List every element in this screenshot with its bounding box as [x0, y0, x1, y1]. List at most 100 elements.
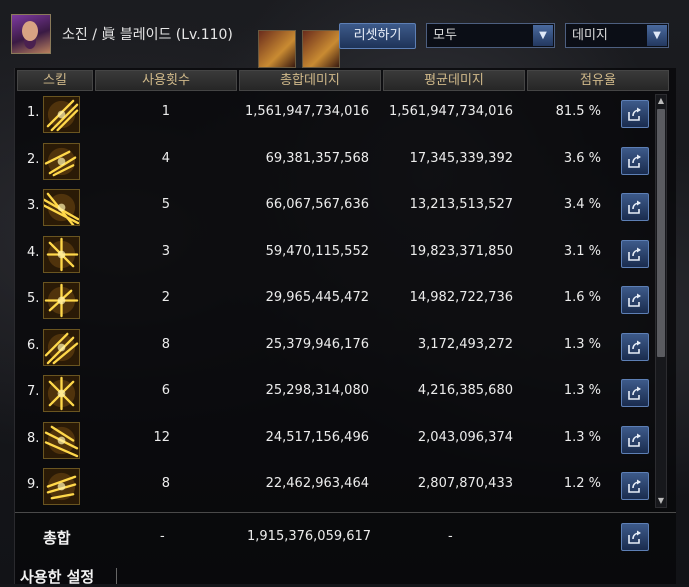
- row-rank: 1.: [27, 105, 40, 120]
- damage-share: 81.5 %: [555, 104, 601, 119]
- average-damage: 13,213,513,527: [409, 197, 513, 212]
- total-count: -: [160, 529, 165, 544]
- damage-share: 1.3 %: [563, 383, 601, 398]
- average-damage: 19,823,371,850: [409, 243, 513, 259]
- skill-icon: [43, 96, 80, 133]
- damage-share: 3.4 %: [563, 197, 601, 212]
- character-portrait: [11, 14, 51, 54]
- total-damage: 1,561,947,734,016: [244, 104, 369, 119]
- damage-stats-panel: 스킬 사용횟수 총합데미지 평균데미지 점유율 1. 1 1,561,947,734…: [14, 68, 676, 584]
- metric-dropdown-value: 데미지: [572, 28, 608, 43]
- skill-icon: [43, 375, 80, 412]
- share-icon: [628, 479, 641, 493]
- character-name: 소진 / 眞 블레이드 (Lv.110): [62, 27, 233, 43]
- chevron-down-icon: ▼: [647, 25, 667, 46]
- row-rank: 9.: [27, 477, 40, 492]
- skill-icon: [43, 189, 80, 226]
- damage-share: 1.6 %: [563, 290, 601, 305]
- total-damage: 29,965,445,472: [265, 290, 369, 305]
- row-rank: 6.: [27, 337, 40, 353]
- filter-dropdown-value: 모두: [433, 28, 457, 43]
- share-button[interactable]: [621, 193, 649, 221]
- row-rank: 7.: [27, 384, 40, 399]
- average-damage: 2,043,096,374: [417, 429, 513, 445]
- damage-share: 1.3 %: [563, 336, 601, 352]
- filter-dropdown[interactable]: 모두 ▼: [426, 23, 555, 48]
- skill-icon: [43, 282, 80, 319]
- table-row: 2. 4 69,381,357,568 17,345,339,392 3.6 %: [15, 138, 676, 184]
- scroll-thumb[interactable]: [657, 109, 665, 357]
- share-button[interactable]: [621, 332, 649, 361]
- column-header-average: 평균데미지: [383, 70, 525, 91]
- skill-icon: [43, 142, 80, 180]
- table-row: 7. 6 25,298,314,080 4,216,385,680 1.3 %: [15, 370, 676, 416]
- row-rank: 3.: [27, 198, 40, 213]
- total-average: -: [448, 529, 453, 544]
- total-damage: 25,298,314,080: [265, 383, 369, 398]
- total-label: 총합: [43, 529, 71, 547]
- share-button[interactable]: [621, 523, 649, 551]
- share-icon: [628, 154, 641, 168]
- use-count: 1: [161, 104, 170, 119]
- use-count: 3: [161, 243, 170, 259]
- total-damage: 66,067,567,636: [265, 197, 369, 212]
- total-damage: 25,379,946,176: [265, 336, 369, 352]
- row-rank: 5.: [27, 291, 40, 306]
- share-button[interactable]: [621, 100, 649, 128]
- average-damage: 17,345,339,392: [409, 150, 513, 166]
- share-button[interactable]: [621, 286, 649, 314]
- table-row: 1. 1 1,561,947,734,016 1,561,947,734,016 81.…: [15, 91, 676, 137]
- damage-share: 3.6 %: [563, 150, 601, 166]
- use-count: 2: [161, 290, 170, 305]
- row-rank: 4.: [27, 244, 40, 260]
- row-rank: 8.: [27, 430, 40, 446]
- share-icon: [628, 340, 641, 354]
- average-damage: 2,807,870,433: [417, 476, 513, 491]
- total-damage: 59,470,115,552: [265, 243, 369, 259]
- table-row: 8. 12 24,517,156,496 2,043,096,374 1.3 %: [15, 417, 676, 463]
- share-button[interactable]: [621, 379, 649, 407]
- share-icon: [628, 200, 641, 214]
- use-count: 5: [161, 197, 170, 212]
- header-bar: 소진 / 眞 블레이드 (Lv.110) 리셋하기 모두 ▼ 데미지 ▼: [0, 0, 689, 68]
- row-rank: 2.: [27, 151, 40, 167]
- table-row: 9. 8 22,462,963,464 2,807,870,433 1.2 %: [15, 463, 676, 509]
- share-button[interactable]: [621, 472, 649, 500]
- average-damage: 1,561,947,734,016: [388, 104, 513, 119]
- scroll-down-icon[interactable]: ▼: [656, 495, 666, 507]
- equipment-icon: [258, 30, 296, 68]
- total-damage: 24,517,156,496: [265, 429, 369, 445]
- use-count: 12: [153, 429, 170, 445]
- skill-icon: [43, 468, 80, 505]
- share-button[interactable]: [621, 146, 649, 175]
- share-button[interactable]: [621, 425, 649, 454]
- equipment-icon: [302, 30, 340, 68]
- damage-share: 1.2 %: [563, 476, 601, 491]
- use-count: 8: [161, 476, 170, 491]
- use-count: 8: [161, 336, 170, 352]
- total-damage: 69,381,357,568: [265, 150, 369, 166]
- damage-share: 1.3 %: [563, 429, 601, 445]
- column-header-total: 총합데미지: [239, 70, 381, 91]
- scroll-up-icon[interactable]: ▲: [656, 95, 666, 107]
- share-icon: [628, 530, 641, 544]
- damage-share: 3.1 %: [563, 243, 601, 259]
- average-damage: 3,172,493,272: [417, 336, 513, 352]
- divider: [116, 568, 117, 584]
- table-row: 3. 5 66,067,567,636 13,213,513,527 3.4 %: [15, 184, 676, 230]
- scrollbar[interactable]: ▲ ▼: [655, 94, 667, 508]
- reset-button[interactable]: 리셋하기: [339, 23, 416, 49]
- use-count: 6: [161, 383, 170, 398]
- total-damage: 1,915,376,059,617: [247, 529, 372, 544]
- share-button[interactable]: [621, 239, 649, 268]
- share-icon: [628, 386, 641, 400]
- column-header-count: 사용횟수: [95, 70, 237, 91]
- table-row: 6. 8 25,379,946,176 3,172,493,272 1.3 %: [15, 324, 676, 370]
- column-header-skill: 스킬: [17, 70, 93, 91]
- skill-icon: [43, 328, 80, 366]
- metric-dropdown[interactable]: 데미지 ▼: [565, 23, 669, 48]
- total-row: 총합 - 1,915,376,059,617 -: [15, 514, 676, 560]
- use-count: 4: [161, 150, 170, 166]
- total-damage: 22,462,963,464: [265, 476, 369, 491]
- average-damage: 14,982,722,736: [409, 290, 513, 305]
